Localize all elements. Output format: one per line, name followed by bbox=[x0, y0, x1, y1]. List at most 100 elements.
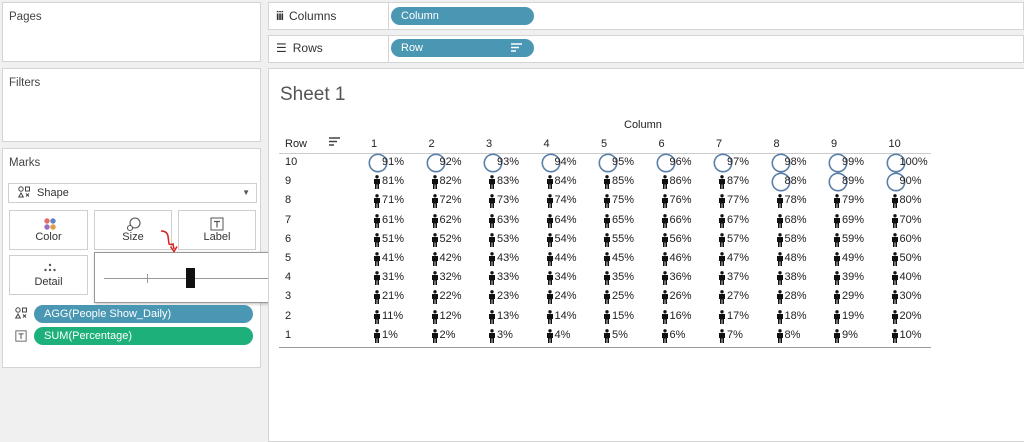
rows-pill[interactable]: Row bbox=[391, 39, 534, 57]
cell-value[interactable]: 89% bbox=[842, 175, 864, 187]
row-header[interactable]: 5 bbox=[285, 252, 291, 264]
cell-value[interactable]: 77% bbox=[727, 194, 749, 206]
column-header[interactable]: 7 bbox=[716, 138, 722, 150]
cell-value[interactable]: 37% bbox=[727, 271, 749, 283]
cell-value[interactable]: 66% bbox=[670, 214, 692, 226]
cell-value[interactable]: 18% bbox=[785, 310, 807, 322]
cell-value[interactable]: 95% bbox=[612, 156, 634, 168]
cell-value[interactable]: 97% bbox=[727, 156, 749, 168]
field-pill-people-show[interactable]: AGG(People Show_Daily) bbox=[34, 305, 253, 323]
cell-value[interactable]: 32% bbox=[440, 271, 462, 283]
cell-value[interactable]: 29% bbox=[842, 290, 864, 302]
color-button[interactable]: Color bbox=[9, 210, 88, 250]
cell-value[interactable]: 49% bbox=[842, 252, 864, 264]
cell-value[interactable]: 79% bbox=[842, 194, 864, 206]
cell-value[interactable]: 12% bbox=[440, 310, 462, 322]
cell-value[interactable]: 31% bbox=[382, 271, 404, 283]
filters-card[interactable]: Filters bbox=[2, 68, 261, 142]
cell-value[interactable]: 92% bbox=[440, 156, 462, 168]
cell-value[interactable]: 33% bbox=[497, 271, 519, 283]
cell-value[interactable]: 67% bbox=[727, 214, 749, 226]
cell-value[interactable]: 28% bbox=[785, 290, 807, 302]
cell-value[interactable]: 93% bbox=[497, 156, 519, 168]
cell-value[interactable]: 62% bbox=[440, 214, 462, 226]
cell-value[interactable]: 3% bbox=[497, 329, 513, 341]
cell-value[interactable]: 45% bbox=[612, 252, 634, 264]
cell-value[interactable]: 41% bbox=[382, 252, 404, 264]
cell-value[interactable]: 38% bbox=[785, 271, 807, 283]
cell-value[interactable]: 86% bbox=[670, 175, 692, 187]
cell-value[interactable]: 87% bbox=[727, 175, 749, 187]
cell-value[interactable]: 65% bbox=[612, 214, 634, 226]
cell-value[interactable]: 85% bbox=[612, 175, 634, 187]
cell-value[interactable]: 56% bbox=[670, 233, 692, 245]
cell-value[interactable]: 72% bbox=[440, 194, 462, 206]
cell-value[interactable]: 26% bbox=[670, 290, 692, 302]
cell-value[interactable]: 61% bbox=[382, 214, 404, 226]
cell-value[interactable]: 15% bbox=[612, 310, 634, 322]
cell-value[interactable]: 96% bbox=[670, 156, 692, 168]
cell-value[interactable]: 83% bbox=[497, 175, 519, 187]
column-header[interactable]: 5 bbox=[601, 138, 607, 150]
column-header[interactable]: 6 bbox=[659, 138, 665, 150]
row-header[interactable]: 7 bbox=[285, 214, 291, 226]
cell-value[interactable]: 84% bbox=[555, 175, 577, 187]
sort-icon[interactable] bbox=[329, 137, 340, 150]
cell-value[interactable]: 20% bbox=[900, 310, 922, 322]
cell-value[interactable]: 68% bbox=[785, 214, 807, 226]
column-header[interactable]: 8 bbox=[774, 138, 780, 150]
field-pill-percentage[interactable]: SUM(Percentage) bbox=[34, 327, 253, 345]
cell-value[interactable]: 94% bbox=[555, 156, 577, 168]
cell-value[interactable]: 40% bbox=[900, 271, 922, 283]
cell-value[interactable]: 16% bbox=[670, 310, 692, 322]
cell-value[interactable]: 14% bbox=[555, 310, 577, 322]
cell-value[interactable]: 27% bbox=[727, 290, 749, 302]
column-header[interactable]: 4 bbox=[544, 138, 550, 150]
cell-value[interactable]: 21% bbox=[382, 290, 404, 302]
detail-button[interactable]: Detail bbox=[9, 255, 88, 295]
cell-value[interactable]: 6% bbox=[670, 329, 686, 341]
cell-value[interactable]: 47% bbox=[727, 252, 749, 264]
cell-value[interactable]: 35% bbox=[612, 271, 634, 283]
cell-value[interactable]: 10% bbox=[900, 329, 922, 341]
cell-value[interactable]: 4% bbox=[555, 329, 571, 341]
cell-value[interactable]: 60% bbox=[900, 233, 922, 245]
cell-value[interactable]: 76% bbox=[670, 194, 692, 206]
column-header[interactable]: 2 bbox=[429, 138, 435, 150]
row-header[interactable]: 6 bbox=[285, 233, 291, 245]
cell-value[interactable]: 11% bbox=[382, 310, 403, 322]
cell-value[interactable]: 55% bbox=[612, 233, 634, 245]
cell-value[interactable]: 19% bbox=[842, 310, 864, 322]
cell-value[interactable]: 74% bbox=[555, 194, 577, 206]
cell-value[interactable]: 53% bbox=[497, 233, 519, 245]
column-header[interactable]: 9 bbox=[831, 138, 837, 150]
column-header[interactable]: 1 bbox=[371, 138, 377, 150]
cell-value[interactable]: 48% bbox=[785, 252, 807, 264]
cell-value[interactable]: 25% bbox=[612, 290, 634, 302]
row-header[interactable]: 2 bbox=[285, 310, 291, 322]
cell-value[interactable]: 2% bbox=[440, 329, 456, 341]
label-button[interactable]: Label bbox=[178, 210, 256, 250]
cell-value[interactable]: 5% bbox=[612, 329, 628, 341]
cell-value[interactable]: 8% bbox=[785, 329, 801, 341]
cell-value[interactable]: 99% bbox=[842, 156, 864, 168]
cell-value[interactable]: 100% bbox=[900, 156, 928, 168]
cell-value[interactable]: 82% bbox=[440, 175, 462, 187]
row-header[interactable]: 10 bbox=[285, 156, 297, 168]
column-header[interactable]: 10 bbox=[889, 138, 901, 150]
cell-value[interactable]: 91% bbox=[382, 156, 404, 168]
row-header[interactable]: 1 bbox=[285, 329, 291, 341]
cell-value[interactable]: 17% bbox=[727, 310, 749, 322]
row-header[interactable]: 3 bbox=[285, 290, 291, 302]
cell-value[interactable]: 58% bbox=[785, 233, 807, 245]
size-slider-handle[interactable] bbox=[186, 268, 195, 288]
column-header[interactable]: 3 bbox=[486, 138, 492, 150]
cell-value[interactable]: 30% bbox=[900, 290, 922, 302]
cell-value[interactable]: 13% bbox=[497, 310, 519, 322]
cell-value[interactable]: 43% bbox=[497, 252, 519, 264]
cell-value[interactable]: 69% bbox=[842, 214, 864, 226]
cell-value[interactable]: 59% bbox=[842, 233, 864, 245]
cell-value[interactable]: 50% bbox=[900, 252, 922, 264]
cell-value[interactable]: 46% bbox=[670, 252, 692, 264]
cell-value[interactable]: 36% bbox=[670, 271, 692, 283]
